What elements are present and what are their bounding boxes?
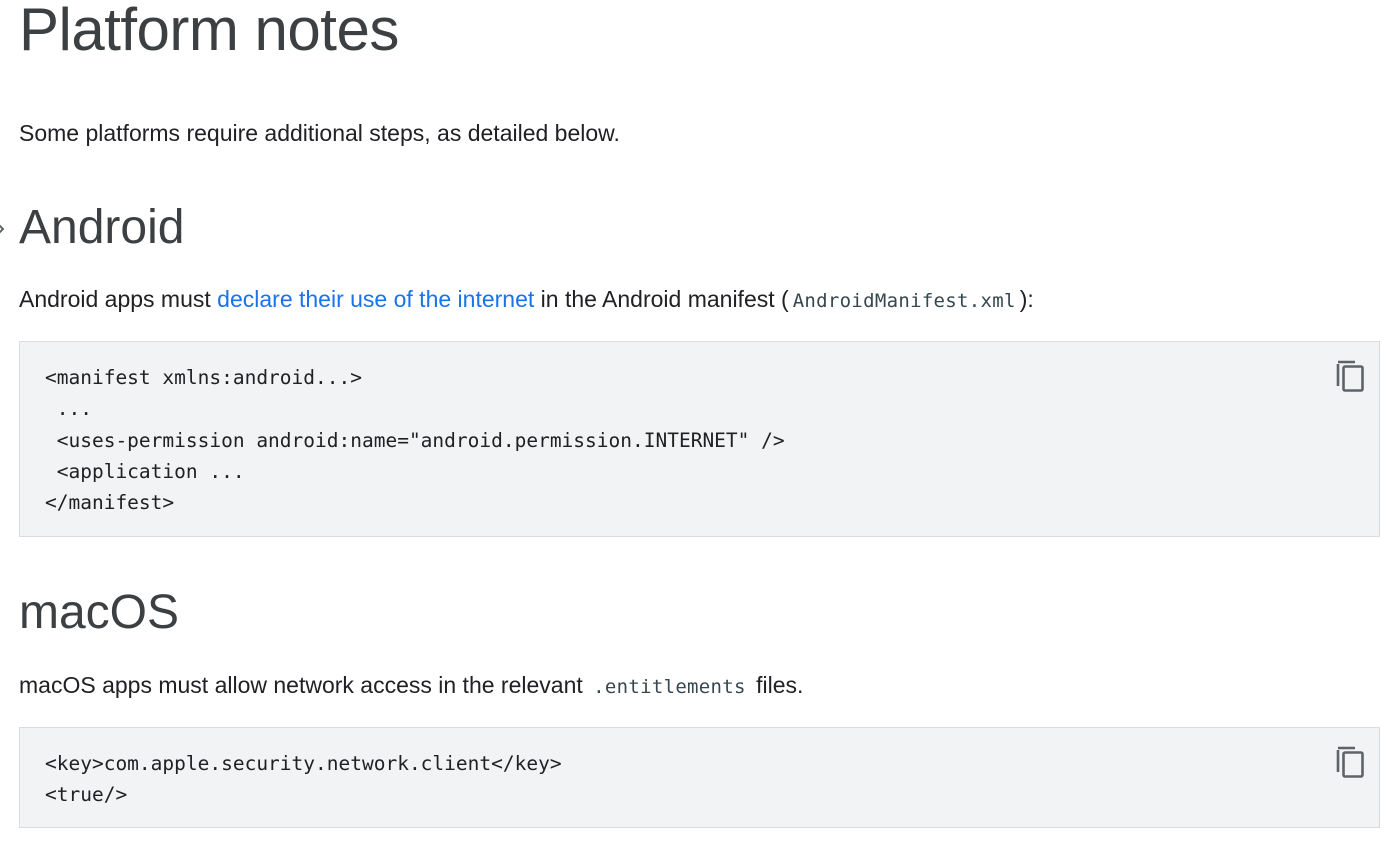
android-text-after-link: in the Android manifest ( <box>534 286 789 312</box>
macos-text-after-code: files. <box>749 672 804 698</box>
code-line: ... <box>45 397 92 421</box>
android-code-block: <manifest xmlns:android...> ... <uses-pe… <box>19 341 1380 537</box>
entitlements-filename: .entitlements <box>593 676 746 698</box>
android-heading: Android <box>19 201 185 254</box>
chevron-right-icon[interactable] <box>0 219 10 239</box>
page-title: Platform notes <box>19 0 399 63</box>
macos-code[interactable]: <key>com.apple.security.network.client</… <box>45 748 562 811</box>
code-line: <true/> <box>45 783 128 807</box>
code-line: </manifest> <box>45 491 175 515</box>
declare-internet-link[interactable]: declare their use of the internet <box>217 286 534 312</box>
android-manifest-filename: AndroidManifest.xml <box>792 290 1016 312</box>
macos-text-before-code: macOS apps must allow network access in … <box>19 672 590 698</box>
android-text-end: ): <box>1019 286 1034 312</box>
code-line: <application ... <box>45 459 245 483</box>
code-line: <uses-permission android:name="android.p… <box>45 428 785 452</box>
macos-heading: macOS <box>19 586 180 639</box>
android-code[interactable]: <manifest xmlns:android...> ... <uses-pe… <box>45 362 785 518</box>
macos-description: macOS apps must allow network access in … <box>19 670 803 702</box>
macos-code-block: <key>com.apple.security.network.client</… <box>19 727 1380 828</box>
copy-icon[interactable] <box>1333 356 1369 394</box>
intro-text: Some platforms require additional steps,… <box>19 120 620 146</box>
code-line: <key>com.apple.security.network.client</… <box>45 752 562 775</box>
copy-icon[interactable] <box>1333 742 1369 780</box>
android-text-before-link: Android apps must <box>19 286 218 312</box>
android-description: Android apps must declare their use of t… <box>19 284 1034 316</box>
page: Platform notes Some platforms require ad… <box>0 0 1400 851</box>
code-line: <manifest xmlns:android...> <box>45 366 362 389</box>
